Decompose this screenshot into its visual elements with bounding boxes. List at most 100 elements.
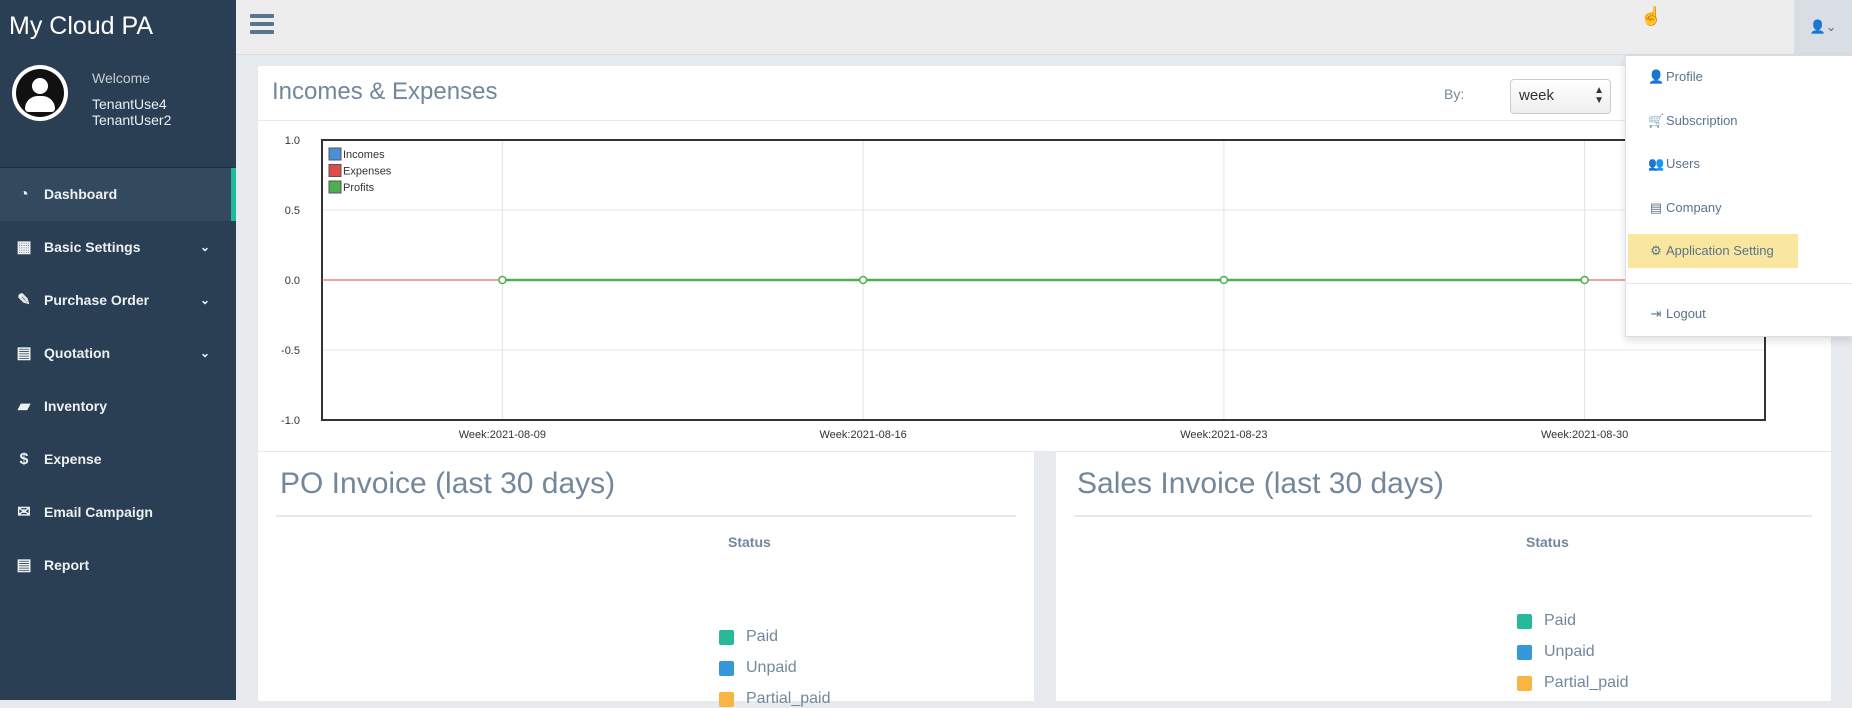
sidebar-item-dashboard[interactable]: ◔ Dashboard — [0, 168, 236, 221]
chart-legend-label: Expenses — [343, 166, 392, 178]
legend-label: Unpaid — [746, 659, 797, 676]
menu-item-logout[interactable]: ⇥ Logout — [1628, 297, 1798, 331]
chart-ytick-label: -1.0 — [281, 415, 300, 427]
select-arrows-icon: ▲ ▼ — [1594, 85, 1604, 106]
legend-swatch — [1517, 676, 1532, 691]
po-invoice-title: PO Invoice (last 30 days) — [280, 467, 616, 500]
sidebar-item-label: Inventory — [44, 398, 108, 414]
users-icon: 👥 — [1648, 156, 1665, 171]
sidebar-item-quotation[interactable]: ▤ Quotation ⌄ — [0, 327, 236, 380]
chart-ytick-label: 0.0 — [285, 275, 300, 287]
sidebar-item-label: Basic Settings — [44, 239, 141, 255]
chart-point — [1219, 275, 1229, 285]
legend-label: Unpaid — [1544, 643, 1595, 660]
user-name-line1: TenantUse4 — [92, 96, 167, 112]
sidebar-item-label: Quotation — [44, 345, 111, 361]
user-dropdown-menu: 👤 Profile 🛒 Subscription 👥 Users ▤ Compa… — [1625, 55, 1852, 337]
sidebar-item-label: Expense — [44, 451, 102, 467]
book-icon: ▰ — [17, 398, 31, 415]
menu-item-users[interactable]: 👥 Users — [1628, 147, 1798, 181]
po-invoice-divider — [276, 515, 1016, 517]
chart-point — [1580, 275, 1589, 285]
menu-item-label: Subscription — [1666, 113, 1738, 128]
sidebar-item-label: Email Campaign — [44, 504, 153, 520]
chart-point — [498, 275, 507, 285]
incomes-expenses-chart: 1.0 0.5 0.0 -0.5 -1.0 Week:2021-08-09 Week:202… — [281, 135, 1766, 441]
profile-panel: Welcome TenantUse4 TenantUser2 — [0, 52, 236, 168]
user-icon — [16, 69, 64, 117]
menu-toggle-icon[interactable] — [250, 14, 274, 34]
sidebar-item-label: Dashboard — [44, 186, 118, 202]
legend-swatch — [1517, 645, 1532, 660]
chart-xtick-label: Week:2021-08-16 — [820, 429, 907, 441]
sidebar-item-basic-settings[interactable]: ▦ Basic Settings ⌄ — [0, 221, 236, 274]
chart-ytick-label: 1.0 — [285, 135, 300, 147]
sidebar-item-label: Report — [44, 557, 90, 573]
sidebar-item-expense[interactable]: $ Expense — [0, 433, 236, 486]
user-name-line2: TenantUser2 — [92, 112, 172, 128]
user-icon: 👤 — [1648, 69, 1665, 84]
chevron-down-icon: ⌄ — [199, 240, 210, 254]
chart-xtick-label: Week:2021-08-30 — [1541, 429, 1628, 441]
legend-label: Paid — [1544, 612, 1577, 629]
sidebar: My Cloud PA Welcome TenantUse4 TenantUse… — [0, 0, 236, 700]
chart-ytick-label: 0.5 — [285, 205, 300, 217]
sales-status-title: Status — [1526, 534, 1569, 550]
chart-panel-divider — [257, 120, 1830, 121]
sales-invoice-divider — [1074, 515, 1812, 517]
legend-label: Partial_paid — [746, 690, 831, 707]
menu-item-label: Users — [1666, 156, 1700, 171]
envelope-icon: ✉ — [17, 504, 31, 521]
chart-legend-label: Profits — [343, 182, 375, 194]
menu-item-application-setting[interactable]: ⚙ Application Setting — [1628, 234, 1798, 268]
table-icon: ▦ — [16, 239, 32, 256]
chart-legend-swatch — [328, 180, 342, 194]
chart-ytick-label: -0.5 — [281, 345, 300, 357]
legend-label: Partial_paid — [1544, 674, 1629, 691]
menu-item-profile[interactable]: 👤 Profile — [1628, 60, 1798, 94]
sidebar-item-report[interactable]: ▤ Report — [0, 539, 236, 592]
legend-label: Paid — [746, 628, 779, 645]
dashboard-icon: ◔ — [19, 186, 29, 203]
money-icon: $ — [19, 451, 29, 468]
sidebar-menu: ◔ Dashboard ▦ Basic Settings ⌄ ✎ Purchas… — [0, 168, 236, 592]
chart-xtick-label: Week:2021-08-23 — [1180, 429, 1267, 441]
gears-icon: ⚙ — [1650, 243, 1662, 258]
legend-swatch — [719, 630, 734, 645]
document-icon: ▤ — [16, 345, 32, 362]
menu-item-label: Profile — [1666, 69, 1703, 84]
menu-divider — [1626, 283, 1852, 284]
period-select[interactable]: week ▲ ▼ — [1510, 79, 1611, 114]
legend-swatch — [719, 661, 734, 676]
chart-legend-swatch — [328, 147, 342, 161]
edit-icon: ✎ — [17, 292, 31, 309]
sidebar-item-email-campaign[interactable]: ✉ Email Campaign — [0, 486, 236, 539]
app-title[interactable]: My Cloud PA — [0, 0, 236, 52]
chevron-down-icon: ⌄ — [199, 293, 210, 307]
file-icon: ▤ — [16, 557, 32, 574]
period-label: By: — [1444, 86, 1465, 102]
menu-item-company-configuration[interactable]: ▤ Company Configuration — [1628, 191, 1798, 249]
sign-out-icon: ⇥ — [1650, 306, 1662, 321]
menu-item-label: Logout — [1666, 306, 1706, 321]
chart-point — [858, 275, 868, 285]
document-icon: ▤ — [1649, 200, 1663, 215]
period-select-value: week — [1519, 87, 1555, 104]
user-menu-toggle[interactable]: 👤⌄ — [1794, 0, 1852, 54]
cart-icon: 🛒 — [1648, 113, 1665, 128]
sales-invoice-title: Sales Invoice (last 30 days) — [1077, 467, 1444, 500]
sidebar-item-purchase-order[interactable]: ✎ Purchase Order ⌄ — [0, 274, 236, 327]
menu-item-label: Application Setting — [1666, 243, 1774, 258]
top-nav: 👤⌄ — [236, 0, 1852, 55]
sidebar-item-label: Purchase Order — [44, 292, 150, 308]
welcome-text: Welcome — [92, 70, 151, 86]
chevron-down-icon: ⌄ — [199, 346, 210, 360]
chart-xtick-label: Week:2021-08-09 — [459, 429, 546, 441]
legend-swatch — [1517, 614, 1532, 629]
avatar — [12, 65, 68, 121]
po-status-title: Status — [728, 534, 771, 550]
sidebar-item-inventory[interactable]: ▰ Inventory — [0, 380, 236, 433]
chart-legend-label: Incomes — [343, 149, 385, 161]
chart-legend-swatch — [328, 164, 342, 177]
menu-item-subscription[interactable]: 🛒 Subscription — [1628, 104, 1798, 138]
